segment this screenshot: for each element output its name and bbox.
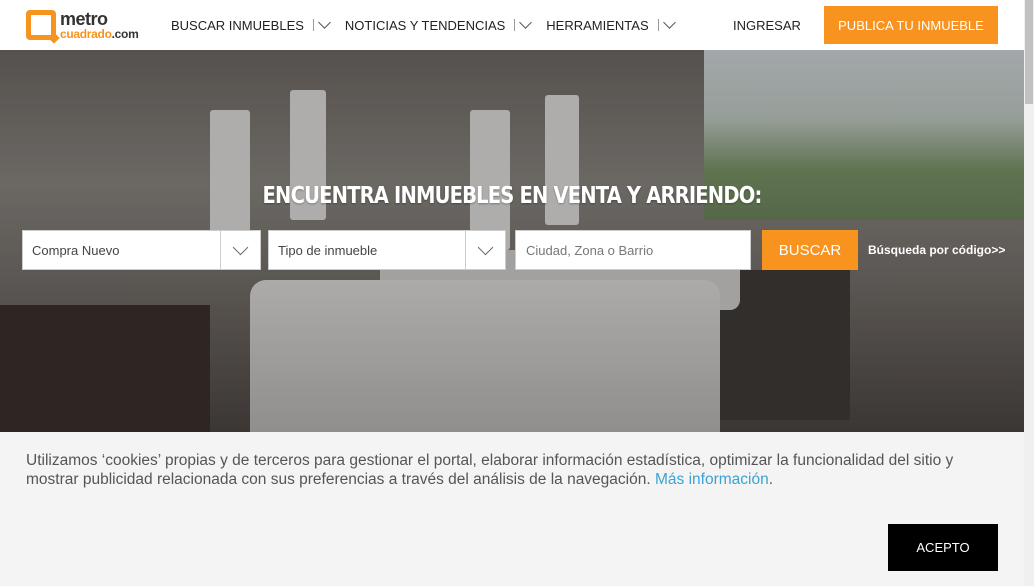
- logo-text-bottom: cuadrado: [60, 27, 112, 41]
- nav-item-label: BUSCAR INMUEBLES: [171, 17, 304, 33]
- nav-divider: [312, 19, 314, 31]
- nav-divider: [657, 19, 659, 31]
- site-header: metro cuadrado.com BUSCAR INMUEBLES NOTI…: [0, 0, 1024, 50]
- more-info-link[interactable]: Más información: [655, 471, 769, 488]
- select-toggle[interactable]: [465, 231, 505, 269]
- cookie-message: Utilizamos ‘cookies’ propias y de tercer…: [26, 451, 956, 489]
- property-type-select[interactable]: Tipo de inmueble: [268, 230, 506, 270]
- cookie-banner: Utilizamos ‘cookies’ propias y de tercer…: [0, 432, 1024, 586]
- nav-divider: [514, 19, 516, 31]
- chevron-down-icon: [318, 16, 331, 29]
- cookie-message-trailing: .: [768, 471, 774, 488]
- logo-mark-icon: [26, 10, 56, 40]
- main-nav: BUSCAR INMUEBLES NOTICIAS Y TENDENCIAS H…: [171, 0, 690, 50]
- chevron-down-icon: [477, 239, 494, 255]
- nav-item-label: NOTICIAS Y TENDENCIAS: [344, 17, 506, 33]
- operation-select[interactable]: Compra Nuevo: [22, 230, 261, 270]
- nav-item-label: HERRAMIENTAS: [546, 17, 649, 33]
- chevron-down-icon: [232, 239, 249, 255]
- hero-title: ENCUENTRA INMUEBLES EN VENTA Y ARRIENDO:: [262, 183, 763, 209]
- logo-text-top: metro: [60, 9, 108, 29]
- accept-cookies-button[interactable]: ACEPTO: [888, 524, 998, 571]
- nav-item-herramientas[interactable]: HERRAMIENTAS: [546, 16, 676, 33]
- select-toggle[interactable]: [220, 231, 260, 269]
- chevron-down-icon: [662, 16, 676, 29]
- search-button[interactable]: BUSCAR: [762, 230, 858, 270]
- location-input[interactable]: [515, 230, 751, 270]
- login-link[interactable]: INGRESAR: [733, 18, 801, 33]
- nav-item-noticias-tendencias[interactable]: NOTICIAS Y TENDENCIAS: [344, 16, 533, 33]
- site-logo[interactable]: metro cuadrado.com: [26, 9, 150, 41]
- operation-select-value: Compra Nuevo: [32, 242, 120, 258]
- property-type-select-value: Tipo de inmueble: [278, 242, 378, 258]
- page-scrollbar[interactable]: [1024, 0, 1034, 586]
- cookie-message-text: Utilizamos ‘cookies’ propias y de tercer…: [26, 452, 954, 488]
- chevron-down-icon: [519, 16, 533, 29]
- scrollbar-thumb[interactable]: [1025, 0, 1033, 104]
- publish-property-button[interactable]: PUBLICA TU INMUEBLE: [824, 6, 998, 44]
- nav-item-buscar-inmuebles[interactable]: BUSCAR INMUEBLES: [171, 16, 331, 33]
- search-by-code-link[interactable]: Búsqueda por código>>: [868, 243, 1005, 257]
- logo-text-suffix: .com: [111, 27, 139, 41]
